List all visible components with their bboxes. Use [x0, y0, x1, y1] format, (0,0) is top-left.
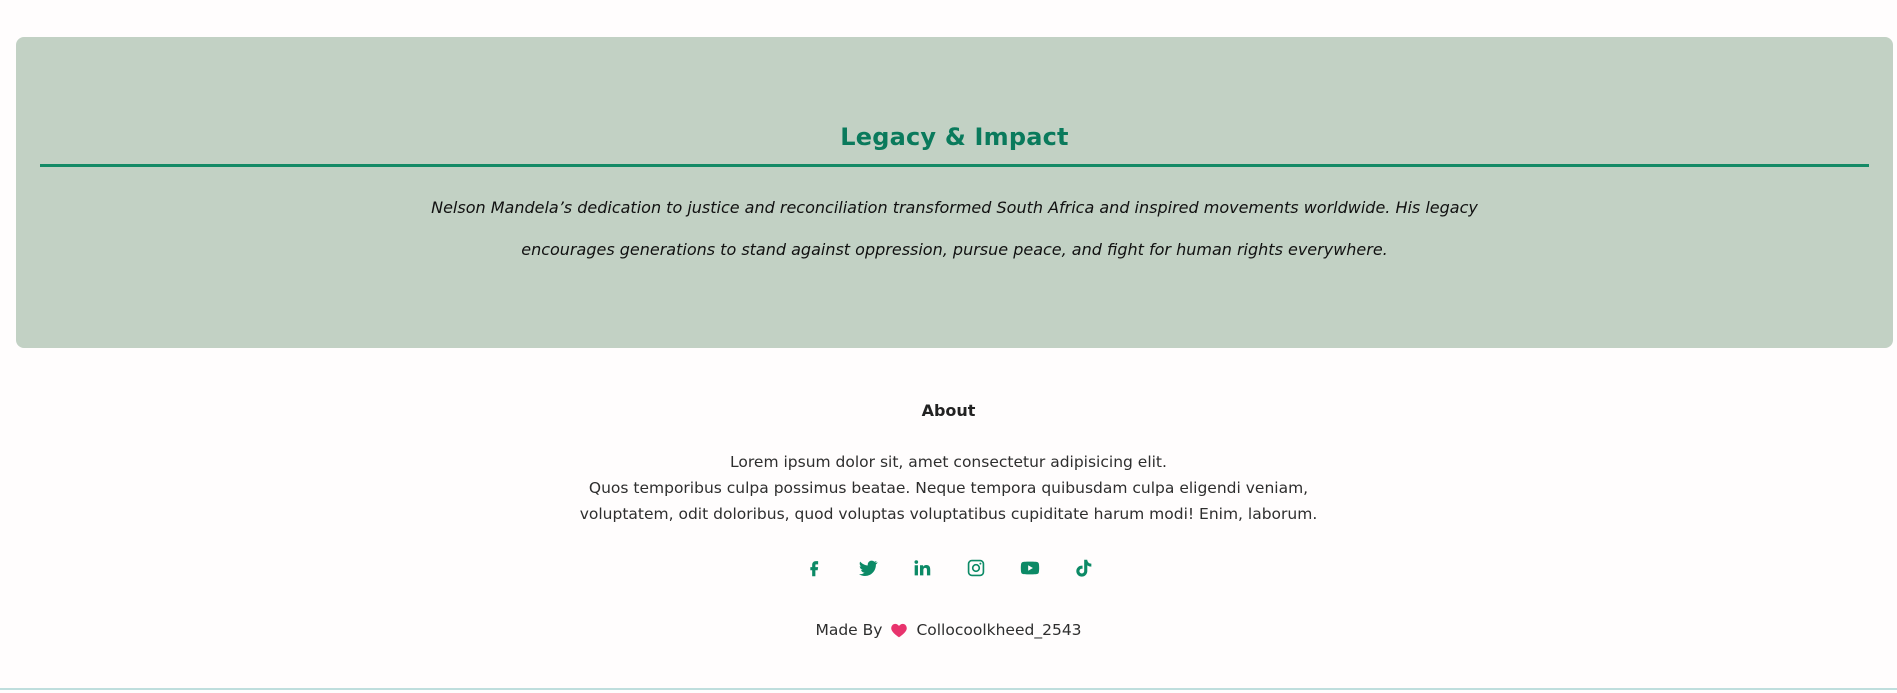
footer-about-heading: About [921, 401, 976, 420]
site-footer: About Lorem ipsum dolor sit, amet consec… [0, 348, 1897, 688]
made-by-author: Collocoolkheed_2543 [916, 621, 1082, 639]
bottom-border [0, 688, 1897, 690]
title-divider [40, 164, 1869, 167]
heart-icon [890, 622, 908, 638]
legacy-description: Nelson Mandela’s dedication to justice a… [431, 198, 1478, 259]
made-by-credit: Made By Collocoolkheed_2543 [0, 621, 1897, 639]
instagram-icon[interactable] [964, 556, 988, 580]
social-links [0, 556, 1897, 584]
footer-about-line: Quos temporibus culpa possimus beatae. N… [588, 479, 1309, 497]
legacy-title: Legacy & Impact [840, 123, 1069, 151]
footer-about-text: Lorem ipsum dolor sit, amet consectetur … [560, 449, 1337, 527]
twitter-icon[interactable] [856, 556, 880, 580]
footer-about-line: voluptatem, odit doloribus, quod volupta… [579, 505, 1318, 523]
made-by-prefix: Made By [815, 621, 883, 639]
youtube-icon[interactable] [1018, 556, 1042, 580]
linkedin-icon[interactable] [910, 556, 934, 580]
legacy-impact-card: Legacy & Impact Nelson Mandela’s dedicat… [16, 37, 1893, 348]
tiktok-icon[interactable] [1072, 556, 1096, 580]
footer-about-line: Lorem ipsum dolor sit, amet consectetur … [730, 453, 1167, 471]
page: Legacy & Impact Nelson Mandela’s dedicat… [0, 0, 1897, 693]
facebook-icon[interactable] [802, 556, 826, 580]
